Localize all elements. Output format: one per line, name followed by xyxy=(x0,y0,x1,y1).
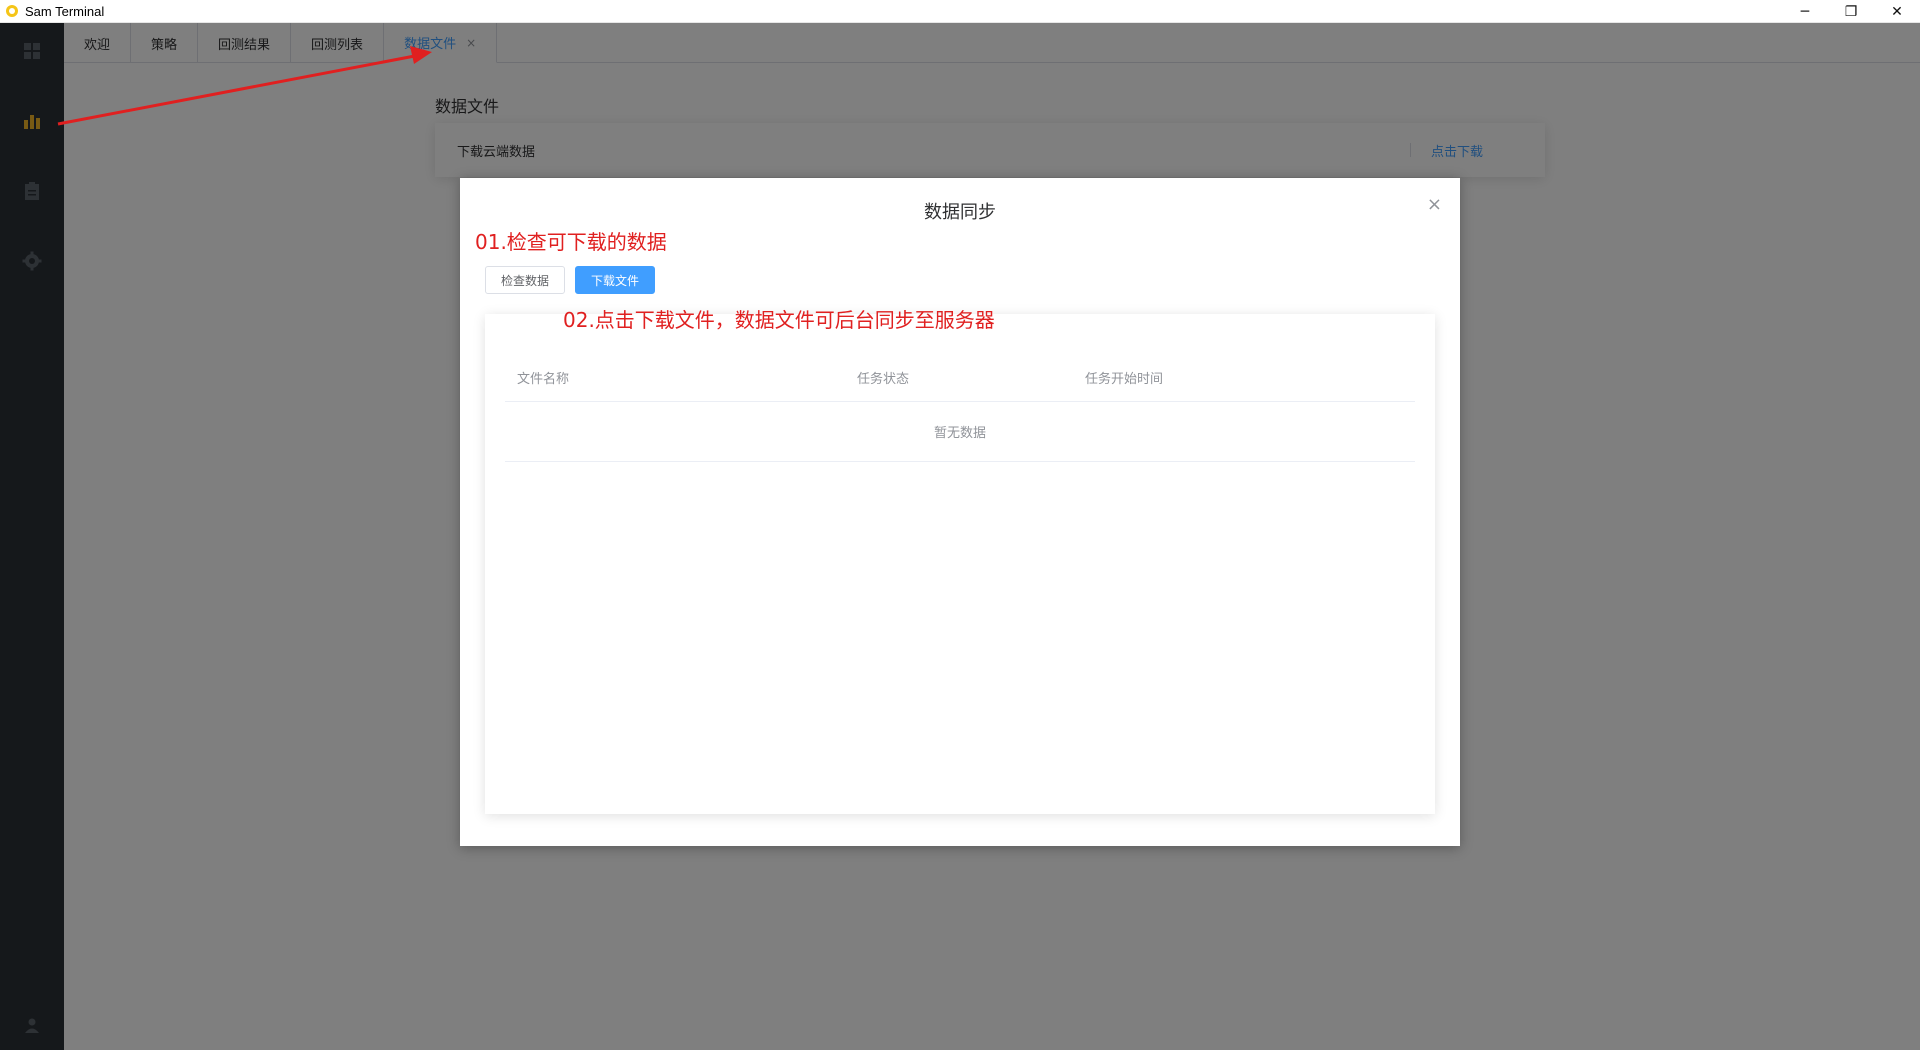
task-table: 文件名称 任务状态 任务开始时间 暂无数据 xyxy=(505,354,1415,462)
window-title: Sam Terminal xyxy=(25,3,105,19)
annotation-step1: 01.检查可下载的数据 xyxy=(475,230,667,254)
restore-button[interactable]: ❐ xyxy=(1828,0,1874,23)
column-header-status: 任务状态 xyxy=(857,372,910,387)
window-controls: ─ ❐ ✕ xyxy=(1782,0,1920,23)
task-table-card: 文件名称 任务状态 任务开始时间 暂无数据 xyxy=(485,314,1435,814)
empty-state: 暂无数据 xyxy=(505,402,1415,462)
app-logo-icon xyxy=(4,3,20,19)
dialog-close-icon[interactable]: × xyxy=(1427,194,1442,215)
minimize-button[interactable]: ─ xyxy=(1782,0,1828,23)
table-header: 文件名称 任务状态 任务开始时间 xyxy=(505,354,1415,402)
dialog-title: 数据同步 xyxy=(924,202,996,223)
download-file-button[interactable]: 下载文件 xyxy=(575,266,655,294)
column-header-start-time: 任务开始时间 xyxy=(1085,372,1164,387)
title-bar: Sam Terminal ─ ❐ ✕ xyxy=(0,0,1920,23)
column-header-filename: 文件名称 xyxy=(517,372,570,387)
annotation-step2: 02.点击下载文件，数据文件可后台同步至服务器 xyxy=(563,308,995,332)
close-window-button[interactable]: ✕ xyxy=(1874,0,1920,23)
check-data-button[interactable]: 检查数据 xyxy=(485,266,565,294)
data-sync-dialog: 数据同步 × 01.检查可下载的数据 检查数据 下载文件 文件名称 任务状态 任… xyxy=(460,178,1460,846)
